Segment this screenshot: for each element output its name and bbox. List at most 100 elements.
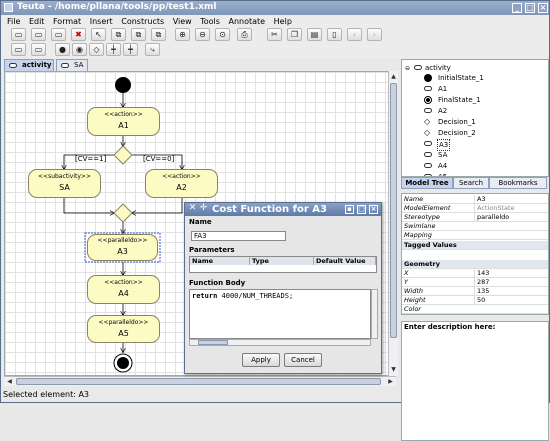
decision-icon: ◇: [424, 117, 431, 126]
open-icon[interactable]: ▭: [31, 28, 46, 41]
parameters-table[interactable]: Name Type Default Value: [189, 256, 377, 273]
window-menu-icon[interactable]: [4, 3, 13, 12]
property-row[interactable]: Stereotype paralleldo: [402, 213, 548, 222]
maximize-button[interactable]: □: [525, 3, 535, 13]
tab-bookmarks[interactable]: Bookmarks: [489, 177, 547, 189]
guard-right: [CV==0]: [143, 155, 175, 163]
copy-element-icon[interactable]: ⧉: [131, 28, 146, 41]
code-scroll-thumb[interactable]: [198, 340, 228, 345]
name-label: Name: [189, 218, 212, 226]
paste-icon[interactable]: ▤: [307, 28, 322, 41]
tab-model-tree[interactable]: Model Tree: [401, 177, 453, 189]
horizontal-scroll-thumb[interactable]: [16, 378, 381, 385]
save-icon[interactable]: ▭: [51, 28, 66, 41]
action-state-icon[interactable]: ▭: [11, 43, 26, 56]
geometry-row[interactable]: Y 287: [402, 278, 548, 287]
redo-icon[interactable]: ›: [367, 28, 382, 41]
scroll-left-arrow-icon[interactable]: ◀: [5, 377, 14, 386]
dialog-menu-icon[interactable]: ✕: [188, 204, 197, 214]
geometry-row[interactable]: Color: [402, 305, 548, 314]
tab-sa[interactable]: SA: [56, 59, 88, 71]
code-vertical-scrollbar[interactable]: [371, 289, 378, 339]
dialog-close-icon[interactable]: ×: [369, 205, 378, 214]
param-col-default[interactable]: Default Value: [314, 257, 376, 265]
property-row[interactable]: Mapping: [402, 231, 548, 240]
tree-item-label: Decision_1: [438, 118, 476, 126]
collapse-icon[interactable]: ⊖: [405, 64, 410, 74]
tree-item-label: FinalState_1: [438, 96, 481, 104]
geometry-row[interactable]: X 143: [402, 269, 548, 278]
action-a5[interactable]: <<paralleldo>> A5: [87, 315, 160, 343]
canvas-horizontal-scrollbar[interactable]: ◀ ▶: [4, 376, 396, 386]
geometry-value[interactable]: 135: [474, 287, 546, 296]
apply-button[interactable]: Apply: [242, 353, 280, 367]
action-a3[interactable]: <<paralleldo>> A3: [87, 234, 158, 261]
canvas-vertical-scrollbar[interactable]: ▲ ▼: [388, 71, 398, 376]
dialog-minimize-icon[interactable]: ▪: [345, 205, 354, 214]
activity-tab-icon: [9, 63, 17, 68]
join-icon[interactable]: ┿: [123, 43, 138, 56]
tab-search[interactable]: Search: [453, 177, 489, 189]
zoom-fit-icon[interactable]: ⊙: [215, 28, 230, 41]
zoom-out-icon[interactable]: ⊖: [195, 28, 210, 41]
paste-element-icon[interactable]: ⧉: [151, 28, 166, 41]
function-body-editor[interactable]: return 4000/NUM_THREADS;: [189, 289, 371, 339]
property-row[interactable]: ModelElement ActionState: [402, 204, 548, 213]
decision-2-node: [113, 203, 133, 223]
action-a4[interactable]: <<action>> A4: [87, 275, 160, 304]
tab-activity[interactable]: activity: [4, 59, 54, 71]
geometry-row[interactable]: Height 50: [402, 296, 548, 305]
minimize-button[interactable]: _: [512, 3, 522, 13]
subactivity-sa[interactable]: <<subactivity>> SA: [28, 169, 101, 198]
function-name-input[interactable]: FA3: [191, 231, 286, 241]
close-button[interactable]: ×: [538, 3, 548, 13]
geometry-value[interactable]: 50: [474, 296, 546, 305]
print-icon[interactable]: ⎙: [237, 28, 252, 41]
final-state-icon[interactable]: ◉: [72, 43, 87, 56]
select-icon[interactable]: ↖: [91, 28, 106, 41]
transition-icon[interactable]: ⤷: [145, 43, 160, 56]
cut-icon[interactable]: ✂: [267, 28, 282, 41]
geometry-row[interactable]: Width 135: [402, 287, 548, 296]
scroll-up-arrow-icon[interactable]: ▲: [389, 72, 398, 81]
initial-state-icon[interactable]: ●: [55, 43, 70, 56]
property-key: Stereotype: [404, 213, 440, 221]
geometry-value[interactable]: 143: [474, 269, 546, 278]
sa-stereotype: <<subactivity>>: [38, 173, 91, 180]
fork-icon[interactable]: ┿: [106, 43, 121, 56]
final-state-icon: [424, 96, 432, 104]
property-value: ActionState: [474, 204, 546, 213]
cut-element-icon[interactable]: ⧉: [111, 28, 126, 41]
geometry-section[interactable]: Geometry: [402, 260, 548, 269]
decision-icon[interactable]: ◇: [89, 43, 104, 56]
tree-item-label: SA: [438, 151, 448, 159]
scroll-right-arrow-icon[interactable]: ▶: [386, 377, 395, 386]
description-area[interactable]: Enter description here:: [401, 321, 549, 441]
dialog-title-bar: ✕ ✛ Cost Function for A3 ▪ □ ×: [185, 203, 381, 216]
cancel-button[interactable]: Cancel: [284, 353, 322, 367]
tagged-values-section[interactable]: Tagged Values: [402, 241, 548, 250]
property-value[interactable]: A3: [474, 195, 546, 204]
subactivity-icon[interactable]: ▭: [31, 43, 46, 56]
scroll-down-arrow-icon[interactable]: ▼: [389, 365, 398, 374]
trash-icon[interactable]: ▯: [327, 28, 342, 41]
action-a2[interactable]: <<action>> A2: [145, 169, 218, 198]
param-col-type[interactable]: Type: [250, 257, 314, 265]
zoom-in-icon[interactable]: ⊕: [175, 28, 190, 41]
model-tree[interactable]: ⊖ activity InitialState_1 A1 FinalState_…: [401, 59, 549, 177]
undo-icon[interactable]: ‹: [347, 28, 362, 41]
action-a1[interactable]: <<action>> A1: [87, 107, 160, 136]
new-icon[interactable]: ▭: [11, 28, 26, 41]
sa-label: SA: [59, 183, 70, 192]
property-row[interactable]: Swimlane: [402, 222, 548, 231]
dialog-pin-icon[interactable]: ✛: [199, 204, 208, 214]
property-row[interactable]: Name A3: [402, 195, 548, 204]
code-horizontal-scrollbar[interactable]: [189, 339, 371, 346]
dialog-maximize-icon[interactable]: □: [357, 205, 366, 214]
property-value[interactable]: paralleldo: [474, 213, 546, 222]
copy-icon[interactable]: ❐: [287, 28, 302, 41]
geometry-value[interactable]: 287: [474, 278, 546, 287]
vertical-scroll-thumb[interactable]: [390, 83, 397, 338]
delete-icon[interactable]: ✖: [71, 28, 86, 41]
param-col-name[interactable]: Name: [190, 257, 250, 265]
